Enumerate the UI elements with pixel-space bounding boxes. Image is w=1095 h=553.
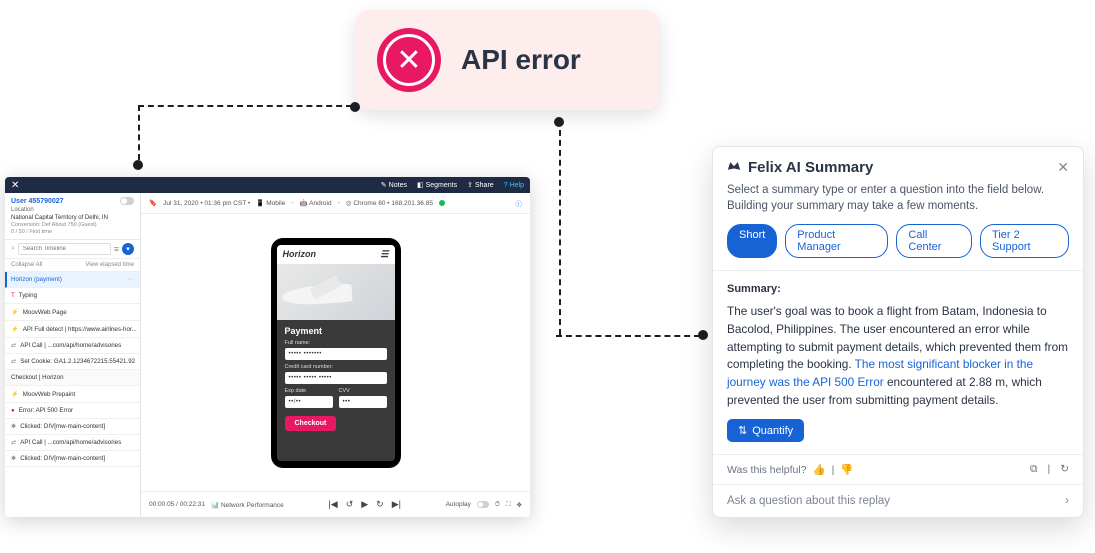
summary-label: Summary: bbox=[727, 283, 1069, 295]
chip-tier2[interactable]: Tier 2 Support bbox=[980, 224, 1069, 258]
segments-button[interactable]: ◧ Segments bbox=[417, 181, 457, 189]
felix-instructions: Select a summary type or enter a questio… bbox=[713, 182, 1083, 224]
timeline-item[interactable]: ⇄ Set Cookie: GA1.2.1234672215.55421.92 bbox=[5, 354, 140, 370]
user-info: User 455790027 Location National Capital… bbox=[5, 193, 140, 240]
share-button[interactable]: ⇪ Share bbox=[467, 181, 494, 189]
sidebar-toggle[interactable] bbox=[120, 197, 134, 205]
replay-sidebar: User 455790027 Location National Capital… bbox=[5, 193, 141, 517]
notes-button[interactable]: ✎ Notes bbox=[381, 181, 407, 189]
speed-control[interactable]: ⏱ bbox=[495, 501, 500, 509]
helpful-label: Was this helpful? bbox=[727, 464, 807, 476]
felix-ask[interactable]: Ask a question about this replay › bbox=[713, 484, 1083, 517]
card-field[interactable]: ••••• ••••• ••••• bbox=[285, 372, 387, 384]
search-input[interactable] bbox=[18, 243, 111, 255]
timeline-item[interactable]: Checkout | Horizon bbox=[5, 370, 140, 386]
ask-placeholder: Ask a question about this replay bbox=[727, 495, 890, 507]
replay-topbar: ✕ ✎ Notes ◧ Segments ⇪ Share ? Help bbox=[5, 177, 530, 193]
session-replay-window: ✕ ✎ Notes ◧ Segments ⇪ Share ? Help User… bbox=[5, 177, 530, 517]
connector-line bbox=[559, 120, 561, 335]
full-name-label: Full name: bbox=[285, 340, 387, 346]
timeline-item[interactable]: ✱ Clicked: DIV[mw-main-content] bbox=[5, 451, 140, 467]
exp-field[interactable]: ••/•• bbox=[285, 396, 333, 408]
playback-time: 00:00:05 / 00:22:31 bbox=[149, 501, 205, 508]
timeline-item[interactable]: ⚡ MoovWeb Page bbox=[5, 304, 140, 321]
user-id[interactable]: User 455790027 bbox=[11, 198, 64, 205]
more-icon[interactable]: ✥ bbox=[517, 501, 522, 509]
bookmark-icon[interactable]: 🔖 bbox=[149, 199, 157, 207]
timeline: Horizon (payment)⋯ T Typing ⚡ MoovWeb Pa… bbox=[5, 272, 140, 517]
connector-line bbox=[138, 105, 140, 160]
felix-icon bbox=[727, 162, 741, 174]
status-dot bbox=[439, 200, 445, 206]
rewind-icon[interactable]: ↺ bbox=[346, 499, 354, 510]
timeline-item[interactable]: ✱ Clicked: DIV[mw-main-content] bbox=[5, 419, 140, 435]
connector-line bbox=[556, 335, 700, 337]
close-icon[interactable]: ✕ bbox=[1057, 159, 1069, 176]
connector-dot bbox=[133, 160, 143, 170]
timeline-item[interactable]: ● Error: API 500 Error bbox=[5, 403, 140, 419]
conversion-value: 0 / 50 / First time bbox=[11, 229, 134, 235]
summary-text: The user's goal was to book a flight fro… bbox=[727, 303, 1069, 409]
refresh-icon[interactable]: ↻ bbox=[1060, 463, 1069, 476]
skip-forward-icon[interactable]: ▶| bbox=[392, 499, 401, 510]
quantify-icon: ⇅ bbox=[738, 424, 747, 437]
conversion-label: Conversion: Def About 750 (Guest) bbox=[11, 222, 134, 228]
copy-icon[interactable]: ⧉ bbox=[1030, 463, 1038, 476]
autoplay-toggle[interactable] bbox=[477, 501, 489, 508]
api-error-label: API error bbox=[461, 44, 581, 76]
collapse-all[interactable]: Collapse All bbox=[11, 262, 42, 268]
view-elapsed[interactable]: View elapsed time bbox=[85, 262, 134, 268]
location-label: Location bbox=[11, 207, 134, 213]
cvv-field[interactable]: ••• bbox=[339, 396, 387, 408]
timeline-item[interactable]: ⚡ MoovWeb Prepaint bbox=[5, 386, 140, 403]
quantify-button[interactable]: ⇅ Quantify bbox=[727, 419, 804, 442]
felix-chips: Short Product Manager Call Center Tier 2… bbox=[713, 224, 1083, 271]
connector-line bbox=[138, 105, 352, 107]
api-error-badge: ✕ API error bbox=[355, 10, 660, 110]
checkout-button[interactable]: Checkout bbox=[285, 416, 337, 431]
settings-icon[interactable]: ≡ bbox=[114, 244, 119, 254]
chevron-right-icon: › bbox=[1065, 495, 1069, 507]
phone-mockup: Horizon ☰ Payment Full name: ••••• •••••… bbox=[271, 238, 401, 468]
forward-icon[interactable]: ↻ bbox=[376, 499, 384, 510]
chip-callcenter[interactable]: Call Center bbox=[896, 224, 972, 258]
skip-back-icon[interactable]: |◀ bbox=[328, 499, 337, 510]
error-circle-icon: ✕ bbox=[377, 28, 441, 92]
timeline-item[interactable]: ⇄ API Call | ...com/api/home/advisories bbox=[5, 338, 140, 354]
felix-panel: Felix AI Summary ✕ Select a summary type… bbox=[712, 146, 1084, 518]
hero-image bbox=[277, 264, 395, 320]
cvv-label: CVV bbox=[339, 388, 387, 394]
thumbs-down-icon[interactable]: 👎 bbox=[840, 463, 853, 476]
brand-name: Horizon bbox=[283, 249, 317, 259]
timeline-item[interactable]: ⚡ API Full detect | https://www.airlines… bbox=[5, 321, 140, 338]
chip-pm[interactable]: Product Manager bbox=[785, 224, 888, 258]
app-header: Horizon ☰ bbox=[277, 245, 395, 264]
full-name-field[interactable]: ••••• ••••••• bbox=[285, 348, 387, 360]
exp-label: Exp date bbox=[285, 388, 333, 394]
player-bar: 00:00:05 / 00:22:31 📊 Network Performanc… bbox=[141, 491, 530, 517]
filter-button[interactable]: ▾ bbox=[122, 243, 134, 255]
fullscreen-icon[interactable]: ⛶ bbox=[506, 501, 511, 509]
felix-title: Felix AI Summary bbox=[727, 159, 873, 176]
close-icon[interactable]: ✕ bbox=[11, 180, 19, 191]
timeline-item[interactable]: ⇄ API Call | ...com/api/home/advisories bbox=[5, 435, 140, 451]
help-button[interactable]: ? Help bbox=[504, 181, 524, 189]
card-label: Credit card number: bbox=[285, 364, 387, 370]
payment-title: Payment bbox=[285, 326, 387, 336]
location-value: National Capital Territory of Delhi, IN bbox=[11, 215, 134, 221]
play-icon[interactable]: ▶ bbox=[361, 499, 368, 510]
network-tab[interactable]: 📊 Network Performance bbox=[211, 501, 284, 509]
session-meta: 🔖 Jul 31, 2020 • 01:36 pm CST • 📱 Mobile… bbox=[141, 193, 530, 214]
connector-dot bbox=[350, 102, 360, 112]
hamburger-icon[interactable]: ☰ bbox=[380, 249, 388, 260]
info-icon[interactable]: ⓘ bbox=[516, 198, 523, 208]
search-icon: ⌕ bbox=[11, 245, 15, 253]
timeline-item[interactable]: Horizon (payment)⋯ bbox=[5, 272, 140, 288]
timeline-item[interactable]: T Typing bbox=[5, 288, 140, 304]
thumbs-up-icon[interactable]: 👍 bbox=[813, 463, 826, 476]
autoplay-label: Autoplay bbox=[446, 501, 471, 508]
connector-dot bbox=[698, 330, 708, 340]
chip-short[interactable]: Short bbox=[727, 224, 777, 258]
